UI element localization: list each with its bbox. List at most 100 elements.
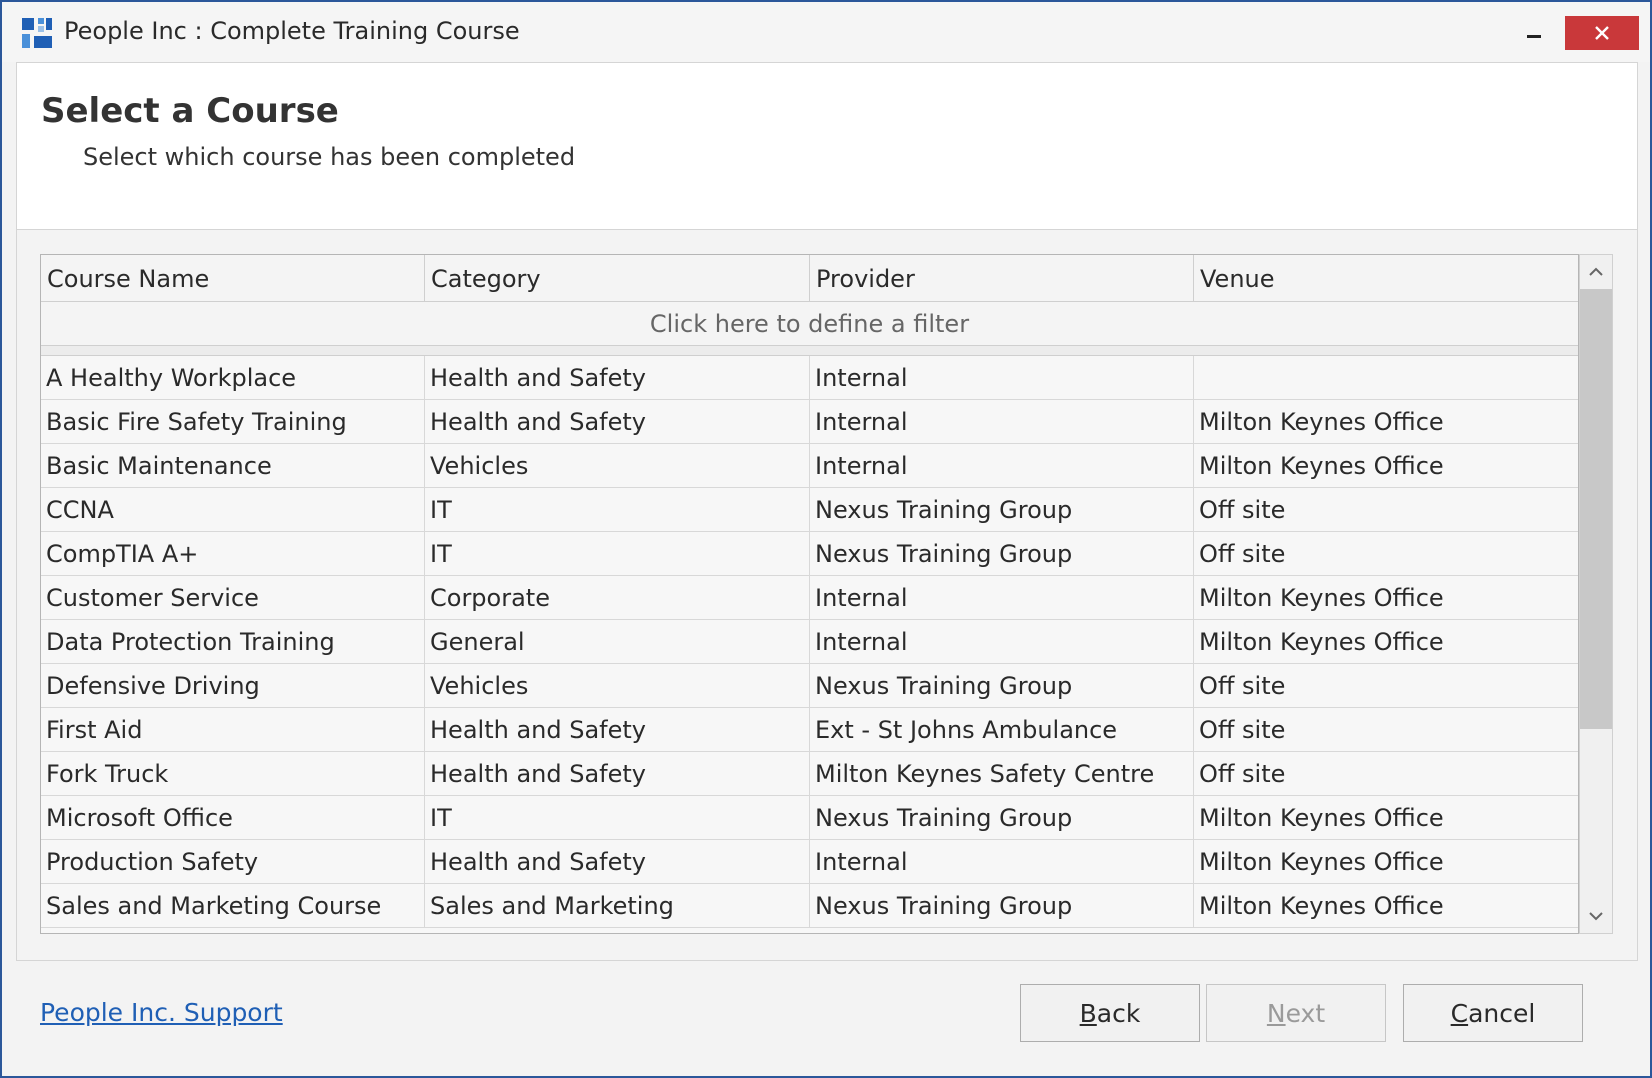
cell-provider: Nexus Training Group — [810, 664, 1194, 708]
column-header-venue[interactable]: Venue — [1194, 255, 1578, 302]
cell-venue: Milton Keynes Office — [1199, 584, 1444, 612]
cell-provider: Internal — [810, 444, 1194, 488]
cell-category: IT — [425, 532, 810, 576]
back-button-mnemonic: B — [1079, 998, 1097, 1028]
cell-category: Health and Safety — [425, 840, 810, 884]
cell-course-name: Basic Maintenance — [41, 444, 425, 488]
cell-course-name: Fork Truck — [41, 752, 425, 796]
cell-venue: Milton Keynes Office — [1199, 804, 1444, 832]
cell-category: Vehicles — [425, 664, 810, 708]
cell-course-name: Basic Fire Safety Training — [41, 400, 425, 444]
cancel-button[interactable]: Cancel — [1403, 984, 1583, 1042]
next-button[interactable]: Next — [1206, 984, 1386, 1042]
table-row[interactable]: Microsoft Office IT Nexus Training Group Mi… — [41, 796, 1578, 840]
scroll-down-button[interactable] — [1580, 899, 1612, 933]
table-row[interactable]: Defensive Driving Vehicles Nexus Training … — [41, 664, 1578, 708]
cell-course-name: First Aid — [41, 708, 425, 752]
minimize-button[interactable] — [1512, 14, 1556, 48]
scroll-thumb[interactable] — [1580, 289, 1612, 729]
cell-venue: Off site — [1199, 716, 1286, 744]
cell-course-name: Microsoft Office — [41, 796, 425, 840]
cell-course-name: Defensive Driving — [41, 664, 425, 708]
app-logo-icon — [20, 16, 54, 50]
table-row[interactable]: Customer Service Corporate Internal Milton … — [41, 576, 1578, 620]
cell-course-name: CCNA — [41, 488, 425, 532]
column-header-course-name[interactable]: Course Name — [41, 255, 425, 302]
grid-separator — [41, 346, 1578, 356]
cell-provider: Internal — [810, 840, 1194, 884]
cell-category: Health and Safety — [425, 400, 810, 444]
cell-provider: Internal — [810, 356, 1194, 400]
cell-provider: Nexus Training Group — [810, 884, 1194, 928]
table-row[interactable]: CCNA IT Nexus Training Group Off site — [41, 488, 1578, 532]
table-row[interactable]: CompTIA A+ IT Nexus Training Group Off site — [41, 532, 1578, 576]
cell-provider: Internal — [810, 576, 1194, 620]
chevron-up-icon — [1589, 267, 1603, 276]
cell-venue: Milton Keynes Office — [1199, 452, 1444, 480]
cell-course-name: CompTIA A+ — [41, 532, 425, 576]
cell-provider: Nexus Training Group — [810, 796, 1194, 840]
support-link[interactable]: People Inc. Support — [40, 998, 283, 1027]
cell-venue: Off site — [1199, 672, 1286, 700]
cell-course-name: Sales and Marketing Course — [41, 884, 425, 928]
window-title: People Inc : Complete Training Course — [64, 17, 520, 45]
cell-category: Corporate — [425, 576, 810, 620]
cell-course-name: Customer Service — [41, 576, 425, 620]
back-button-label: ack — [1096, 998, 1141, 1028]
cell-category: Sales and Marketing — [425, 884, 810, 928]
cell-venue: Milton Keynes Office — [1199, 408, 1444, 436]
dialog-window: People Inc : Complete Training Course Se… — [0, 0, 1652, 1078]
cell-course-name: A Healthy Workplace — [41, 356, 425, 400]
table-row[interactable]: A Healthy Workplace Health and Safety Inte… — [41, 356, 1578, 400]
cell-provider: Internal — [810, 620, 1194, 664]
table-row[interactable]: Sales and Marketing Course Sales and Mark… — [41, 884, 1578, 928]
cancel-button-label: ancel — [1468, 998, 1536, 1028]
cell-category: Health and Safety — [425, 708, 810, 752]
column-header-provider[interactable]: Provider — [810, 255, 1194, 302]
table-row[interactable]: Fork Truck Health and Safety Milton Keynes… — [41, 752, 1578, 796]
cell-venue: Milton Keynes Office — [1199, 628, 1444, 656]
cell-venue: Milton Keynes Office — [1199, 892, 1444, 920]
cell-provider: Milton Keynes Safety Centre — [810, 752, 1194, 796]
cell-provider: Internal — [810, 400, 1194, 444]
table-row[interactable]: Production Safety Health and Safety Intern… — [41, 840, 1578, 884]
cell-course-name: Production Safety — [41, 840, 425, 884]
cell-venue: Milton Keynes Office — [1199, 848, 1444, 876]
cell-provider: Nexus Training Group — [810, 488, 1194, 532]
grid-scrollbar[interactable] — [1579, 254, 1613, 934]
cancel-button-mnemonic: C — [1450, 998, 1469, 1028]
page-title: Select a Course — [41, 91, 339, 131]
close-button[interactable] — [1565, 16, 1639, 50]
cell-provider: Ext - St Johns Ambulance — [810, 708, 1194, 752]
chevron-down-icon — [1589, 912, 1603, 921]
next-button-label: ext — [1285, 998, 1326, 1028]
scroll-up-button[interactable] — [1580, 255, 1612, 289]
cell-category: Health and Safety — [425, 752, 810, 796]
cell-category: Health and Safety — [425, 356, 810, 400]
page-subtitle: Select which course has been completed — [83, 143, 576, 171]
cell-category: IT — [425, 796, 810, 840]
table-row[interactable]: Basic Maintenance Vehicles Internal Milton … — [41, 444, 1578, 488]
grid-rows: A Healthy Workplace Health and Safety Inte… — [41, 356, 1578, 928]
grid-header: Course Name Category Provider Venue — [41, 255, 1578, 302]
table-row[interactable]: Data Protection Training General Internal M… — [41, 620, 1578, 664]
cell-venue: Off site — [1199, 496, 1286, 524]
cell-course-name: Data Protection Training — [41, 620, 425, 664]
table-row[interactable]: First Aid Health and Safety Ext - St Johns… — [41, 708, 1578, 752]
column-header-category[interactable]: Category — [425, 255, 810, 302]
course-grid: Course Name Category Provider Venue Clic… — [40, 254, 1579, 934]
cell-category: IT — [425, 488, 810, 532]
title-bar: People Inc : Complete Training Course — [2, 2, 1650, 62]
cell-venue — [1194, 356, 1578, 400]
cell-category: Vehicles — [425, 444, 810, 488]
filter-row[interactable]: Click here to define a filter — [41, 302, 1578, 346]
close-icon — [1595, 26, 1609, 40]
next-button-mnemonic: N — [1266, 998, 1286, 1028]
back-button[interactable]: Back — [1020, 984, 1200, 1042]
cell-provider: Nexus Training Group — [810, 532, 1194, 576]
minimize-icon — [1527, 34, 1541, 38]
header-panel: Select a Course Select which course has … — [16, 62, 1638, 230]
cell-venue: Off site — [1199, 760, 1286, 788]
table-row[interactable]: Basic Fire Safety Training Health and Saf… — [41, 400, 1578, 444]
cell-venue: Off site — [1199, 540, 1286, 568]
